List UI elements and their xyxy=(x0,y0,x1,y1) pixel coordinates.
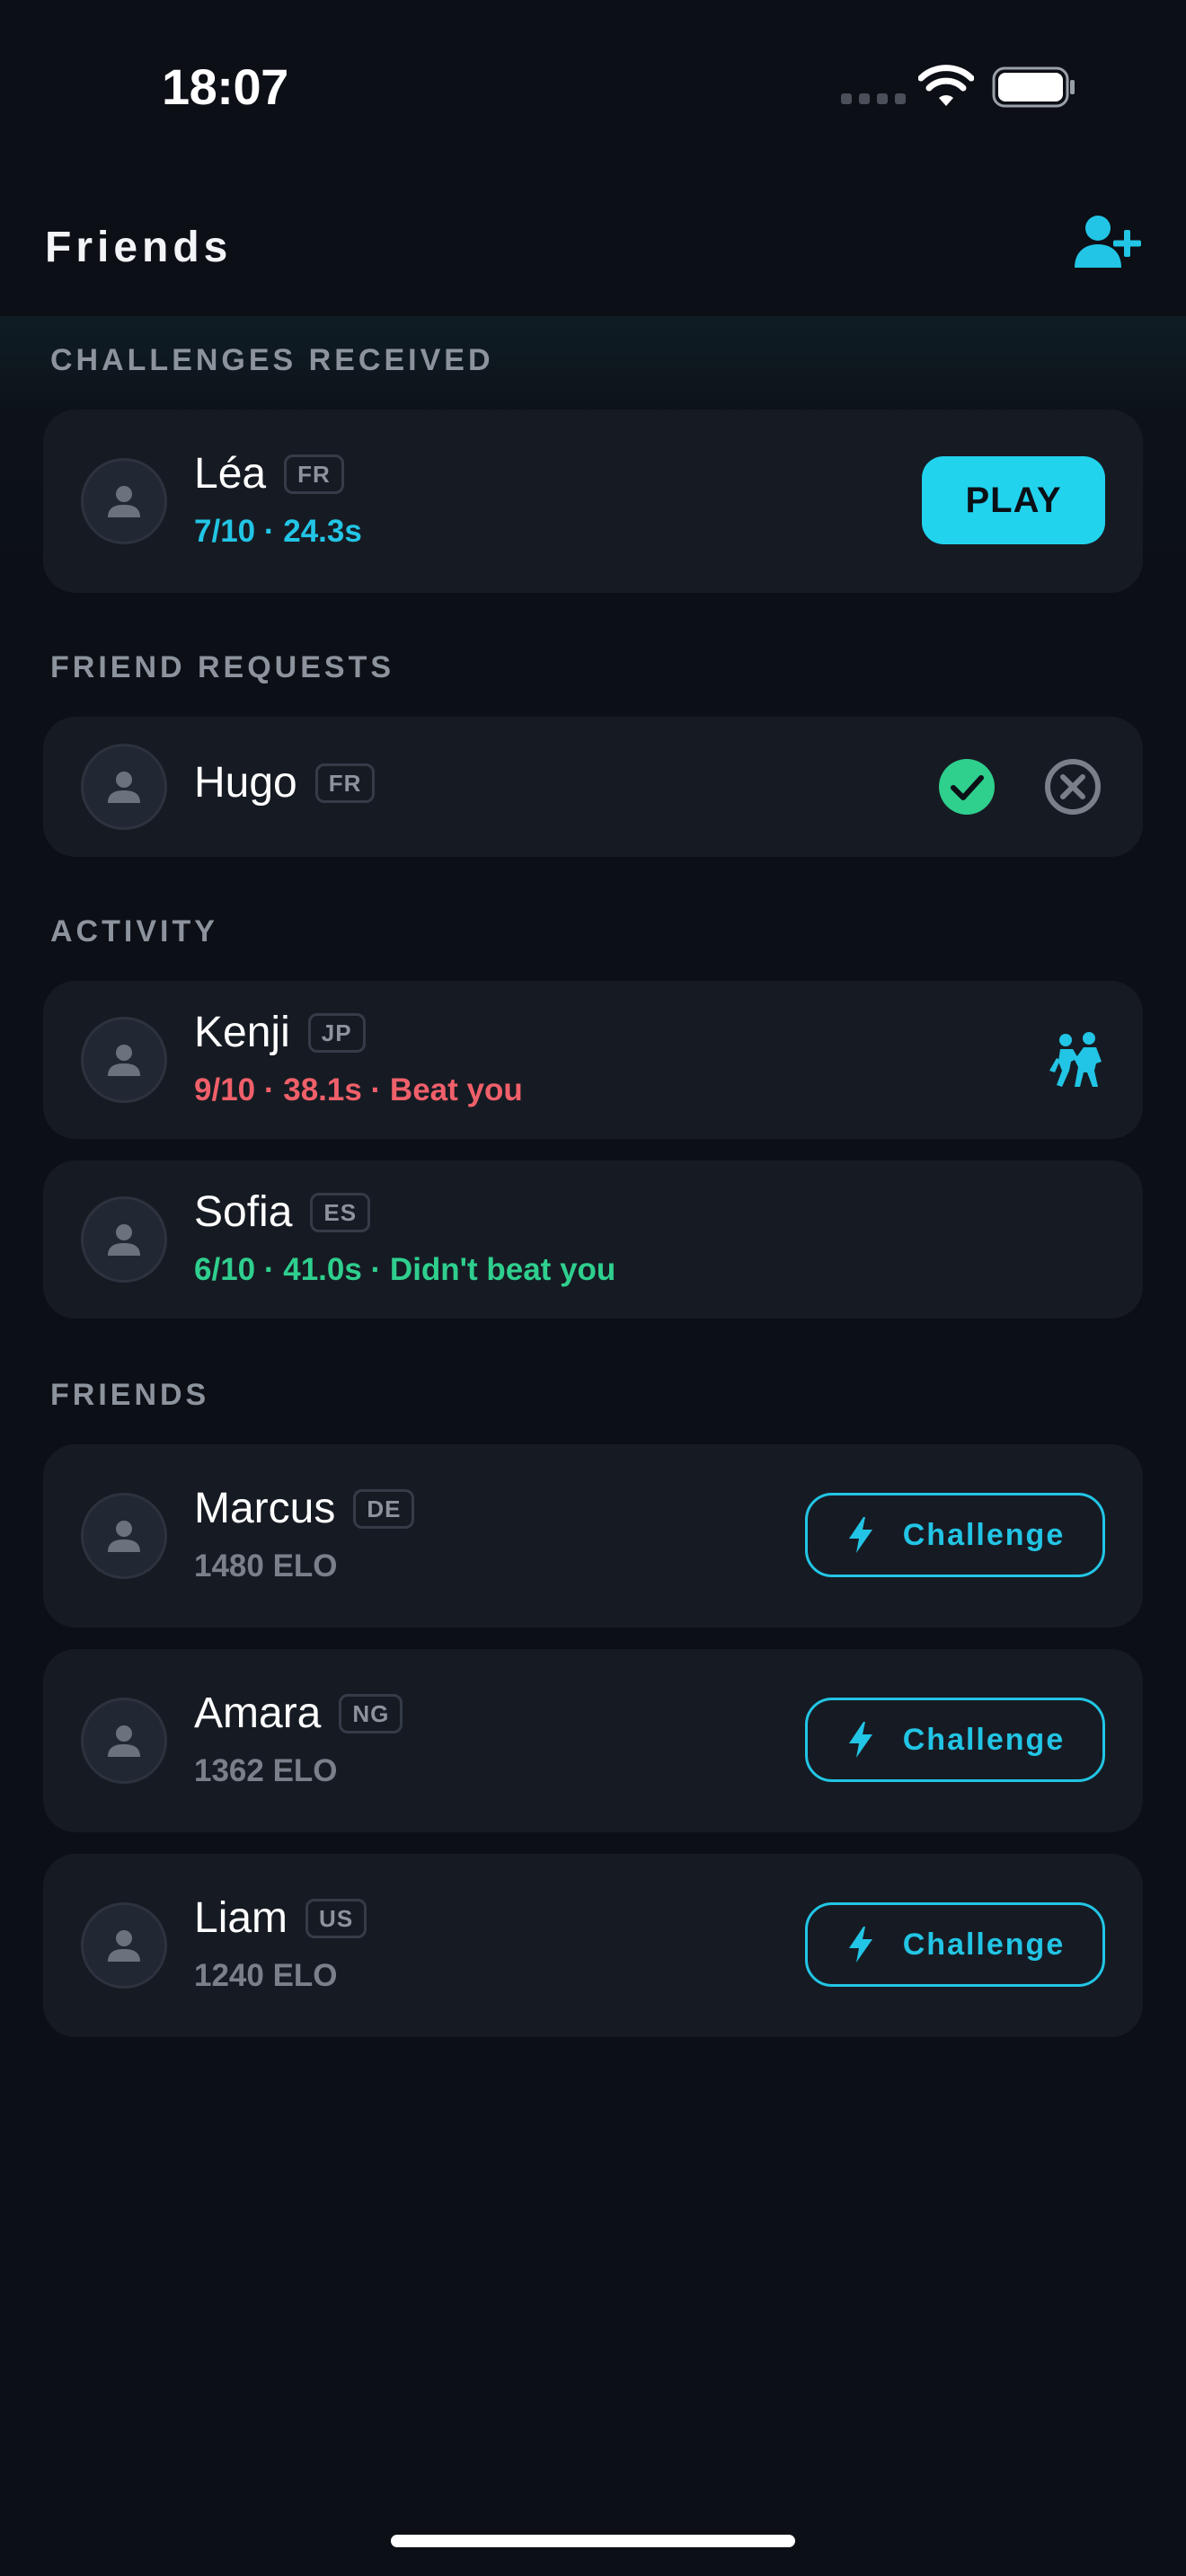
country-badge: FR xyxy=(284,454,344,494)
activity-card: Kenji JP 9/10 · 38.1s · Beat you xyxy=(43,981,1143,1139)
avatar xyxy=(81,458,167,544)
country-badge: FR xyxy=(314,763,376,803)
name-row: Kenji JP xyxy=(194,1008,366,1057)
name-row: Marcus DE xyxy=(194,1484,415,1533)
name-row: Hugo FR xyxy=(194,758,376,807)
avatar xyxy=(81,1698,167,1784)
challenge-button[interactable]: Challenge xyxy=(805,1493,1105,1577)
challenge-label: Challenge xyxy=(902,1722,1066,1757)
person-add-icon xyxy=(1075,216,1141,268)
challenge-result: 7/10 · 24.3s xyxy=(194,514,362,549)
rematch-button[interactable] xyxy=(1048,1031,1107,1089)
name-row: Liam US xyxy=(194,1893,367,1943)
check-circle-icon xyxy=(939,759,995,815)
avatar xyxy=(81,1017,167,1103)
country-badge: DE xyxy=(353,1488,415,1529)
country-badge: NG xyxy=(339,1693,403,1734)
person-icon xyxy=(108,1930,140,1962)
avatar xyxy=(81,1493,167,1579)
person-icon xyxy=(108,1521,140,1552)
friend-name: Kenji xyxy=(194,1009,290,1056)
challenge-label: Challenge xyxy=(902,1517,1066,1552)
elo-rating: 1362 ELO xyxy=(194,1753,338,1788)
wifi-icon xyxy=(918,65,974,106)
friend-name: Liam xyxy=(194,1894,288,1942)
lightning-icon xyxy=(848,1517,872,1553)
name-row: Amara NG xyxy=(194,1689,403,1738)
play-button[interactable]: PLAY xyxy=(922,456,1105,544)
country-badge: ES xyxy=(310,1192,371,1232)
lightning-icon xyxy=(848,1722,872,1758)
friend-card: Liam US 1240 ELO Challenge xyxy=(43,1854,1143,2037)
friend-name: Amara xyxy=(194,1689,322,1737)
activity-card: Sofia ES 6/10 · 41.0s · Didn't beat you xyxy=(43,1160,1143,1319)
person-icon xyxy=(108,1725,140,1757)
section-label-requests: FRIEND REQUESTS xyxy=(50,650,395,684)
elo-rating: 1480 ELO xyxy=(194,1548,338,1584)
country-badge: US xyxy=(305,1898,367,1938)
challenge-button[interactable]: Challenge xyxy=(805,1698,1105,1782)
name-row: Léa FR xyxy=(194,449,344,498)
x-circle-icon xyxy=(1045,759,1101,815)
section-label-activity: ACTIVITY xyxy=(50,914,218,948)
avatar xyxy=(81,744,167,830)
rematch-icon xyxy=(1049,1032,1102,1087)
home-indicator xyxy=(391,2535,795,2547)
friend-request-card: Hugo FR xyxy=(43,717,1143,857)
challenge-card: Léa FR 7/10 · 24.3s PLAY xyxy=(43,410,1143,593)
elo-rating: 1240 ELO xyxy=(194,1958,338,1993)
friend-name: Léa xyxy=(194,450,267,498)
friend-card: Amara NG 1362 ELO Challenge xyxy=(43,1649,1143,1832)
friend-name: Sofia xyxy=(194,1188,293,1236)
avatar xyxy=(81,1902,167,1989)
challenge-label: Challenge xyxy=(902,1927,1066,1962)
friends-screen: 18:07 Friends CHALLENGES RECEIVED Léa FR… xyxy=(0,0,1186,2576)
section-label-challenges: CHALLENGES RECEIVED xyxy=(50,343,494,377)
person-icon xyxy=(108,486,140,517)
activity-result: 9/10 · 38.1s · Beat you xyxy=(194,1072,523,1107)
name-row: Sofia ES xyxy=(194,1187,371,1237)
friend-name: Hugo xyxy=(194,759,297,807)
challenge-button[interactable]: Challenge xyxy=(805,1902,1105,1987)
person-icon xyxy=(108,1224,140,1256)
lightning-icon xyxy=(848,1927,872,1963)
status-time: 18:07 xyxy=(162,58,288,115)
add-friend-button[interactable] xyxy=(1075,212,1143,273)
decline-request-button[interactable] xyxy=(1042,756,1103,817)
country-badge: JP xyxy=(307,1012,366,1053)
accept-request-button[interactable] xyxy=(936,756,997,817)
avatar xyxy=(81,1196,167,1283)
person-icon xyxy=(108,1045,140,1076)
section-label-friends: FRIENDS xyxy=(50,1378,210,1412)
activity-result: 6/10 · 41.0s · Didn't beat you xyxy=(194,1252,616,1287)
friend-name: Marcus xyxy=(194,1485,336,1532)
page-title: Friends xyxy=(45,224,233,271)
header: Friends xyxy=(0,180,1186,316)
person-icon xyxy=(108,772,140,803)
friend-card: Marcus DE 1480 ELO Challenge xyxy=(43,1444,1143,1628)
cellular-signal-icon xyxy=(841,93,906,104)
battery-icon xyxy=(992,66,1075,108)
